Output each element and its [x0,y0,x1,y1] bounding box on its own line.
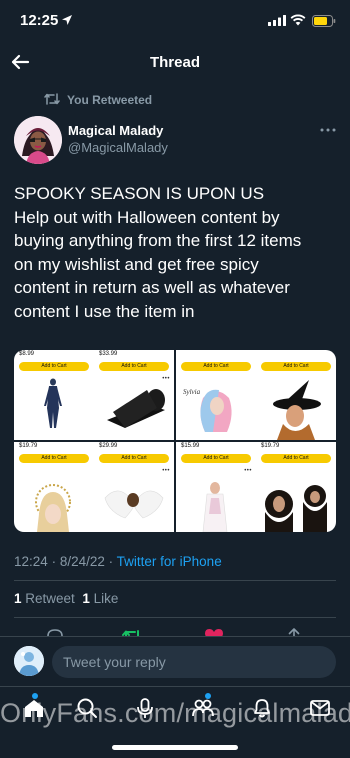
retweets-count: 1 [14,591,22,606]
wifi-icon [290,14,306,26]
user-avatar-image [14,646,44,676]
page-title: Thread [149,54,200,71]
status-time: 12:25 [20,12,59,29]
retweets-label: Retweet [25,591,75,606]
divider [14,617,336,618]
add-to-cart-button: Add to Cart [19,454,89,463]
reply-composer [0,636,350,686]
author-display-name[interactable]: Magical Malady [68,123,163,138]
timestamp-separator: · [51,554,57,569]
tweet-text: SPOOKY SEASON IS UPON US Help out with H… [14,182,342,323]
tweet-stats: 1 Retweet 1 Like [14,591,118,606]
tweet-time: 12:24 [14,554,48,569]
avatar-illustration [14,116,62,164]
watermark-text: OnlyFans.com/magicalmalady [0,698,350,728]
tweet-text-line: Help out with Halloween content by [14,207,280,227]
more-options-icon[interactable] [319,121,337,139]
more-dots-icon: ••• [162,376,170,382]
user-avatar[interactable] [14,646,44,676]
more-dots-icon: ••• [244,468,252,474]
media-image-4[interactable]: $15.99 Add to Cart ••• $19.79 Add to Car… [176,442,336,532]
product-price: $8.99 [19,351,35,357]
tweet-text-line: content I use the item in [14,301,195,321]
product-price: $19.79 [19,443,38,449]
tweet-text-line: buying anything from the first 12 items [14,231,302,250]
likes-stat[interactable]: 1 Like [82,591,118,606]
product-price: $29.99 [99,443,118,449]
author-avatar[interactable] [14,116,62,164]
nav-bar: Thread [0,44,350,82]
add-to-cart-button: Add to Cart [19,362,89,371]
wishlist-product: $19.79 Add to Cart [257,442,335,532]
add-to-cart-button: Add to Cart [181,362,251,371]
product-price: $15.99 [181,443,200,449]
wishlist-product: $33.99 Add to Cart ••• [95,350,173,440]
add-to-cart-button: Add to Cart [99,362,169,371]
status-bar: 12:25 [0,0,350,44]
cellular-signal-icon [268,15,286,26]
home-indicator[interactable] [112,745,238,750]
wishlist-product: Add to Cart [257,350,335,440]
media-image-2[interactable]: Sylvia Add to Cart Add to Cart [176,350,336,440]
add-to-cart-button: Add to Cart [261,362,331,371]
product-caption: Sylvia [183,388,201,396]
product-price: $33.99 [99,351,118,357]
tweet-text-line: content in return as well as whatever [14,278,290,297]
media-image-1[interactable]: $8.99 Add to Cart $33.99 Add to Cart ••• [14,350,174,440]
media-image-3[interactable]: $19.79 Add to Cart $29.99 Add to Cart ••… [14,442,174,532]
location-arrow-icon [62,15,72,25]
timestamp-separator: · [108,554,114,569]
author-handle[interactable]: @MagicalMalady [68,140,168,155]
tweet-text-line: SPOOKY SEASON IS UPON US [14,184,265,203]
tweet-media-grid: $8.99 Add to Cart $33.99 Add to Cart •••… [14,350,336,532]
wishlist-product: $8.99 Add to Cart [15,350,93,440]
tweet-source-link[interactable]: Twitter for iPhone [117,554,222,569]
likes-count: 1 [82,591,90,606]
tweet-date: 8/24/22 [59,554,105,569]
wishlist-product: $15.99 Add to Cart ••• [177,442,255,532]
battery-icon [312,15,336,27]
reply-input[interactable] [52,646,336,678]
add-to-cart-button: Add to Cart [181,454,251,463]
tweet-timestamp: 12:24 · 8/24/22 · Twitter for iPhone [14,554,222,569]
divider [14,580,336,581]
wishlist-product: $19.79 Add to Cart [15,442,93,532]
likes-label: Like [93,591,119,606]
product-price: $19.79 [261,443,280,449]
add-to-cart-button: Add to Cart [99,454,169,463]
retweet-context-label: You Retweeted [67,93,153,107]
add-to-cart-button: Add to Cart [261,454,331,463]
wishlist-product: $29.99 Add to Cart ••• [95,442,173,532]
more-dots-icon: ••• [162,468,170,474]
wishlist-product: Sylvia Add to Cart [177,350,255,440]
retweets-stat[interactable]: 1 Retweet [14,591,75,606]
tweet-text-line: on my wishlist and get free spicy [14,254,259,274]
retweet-icon [44,93,60,105]
